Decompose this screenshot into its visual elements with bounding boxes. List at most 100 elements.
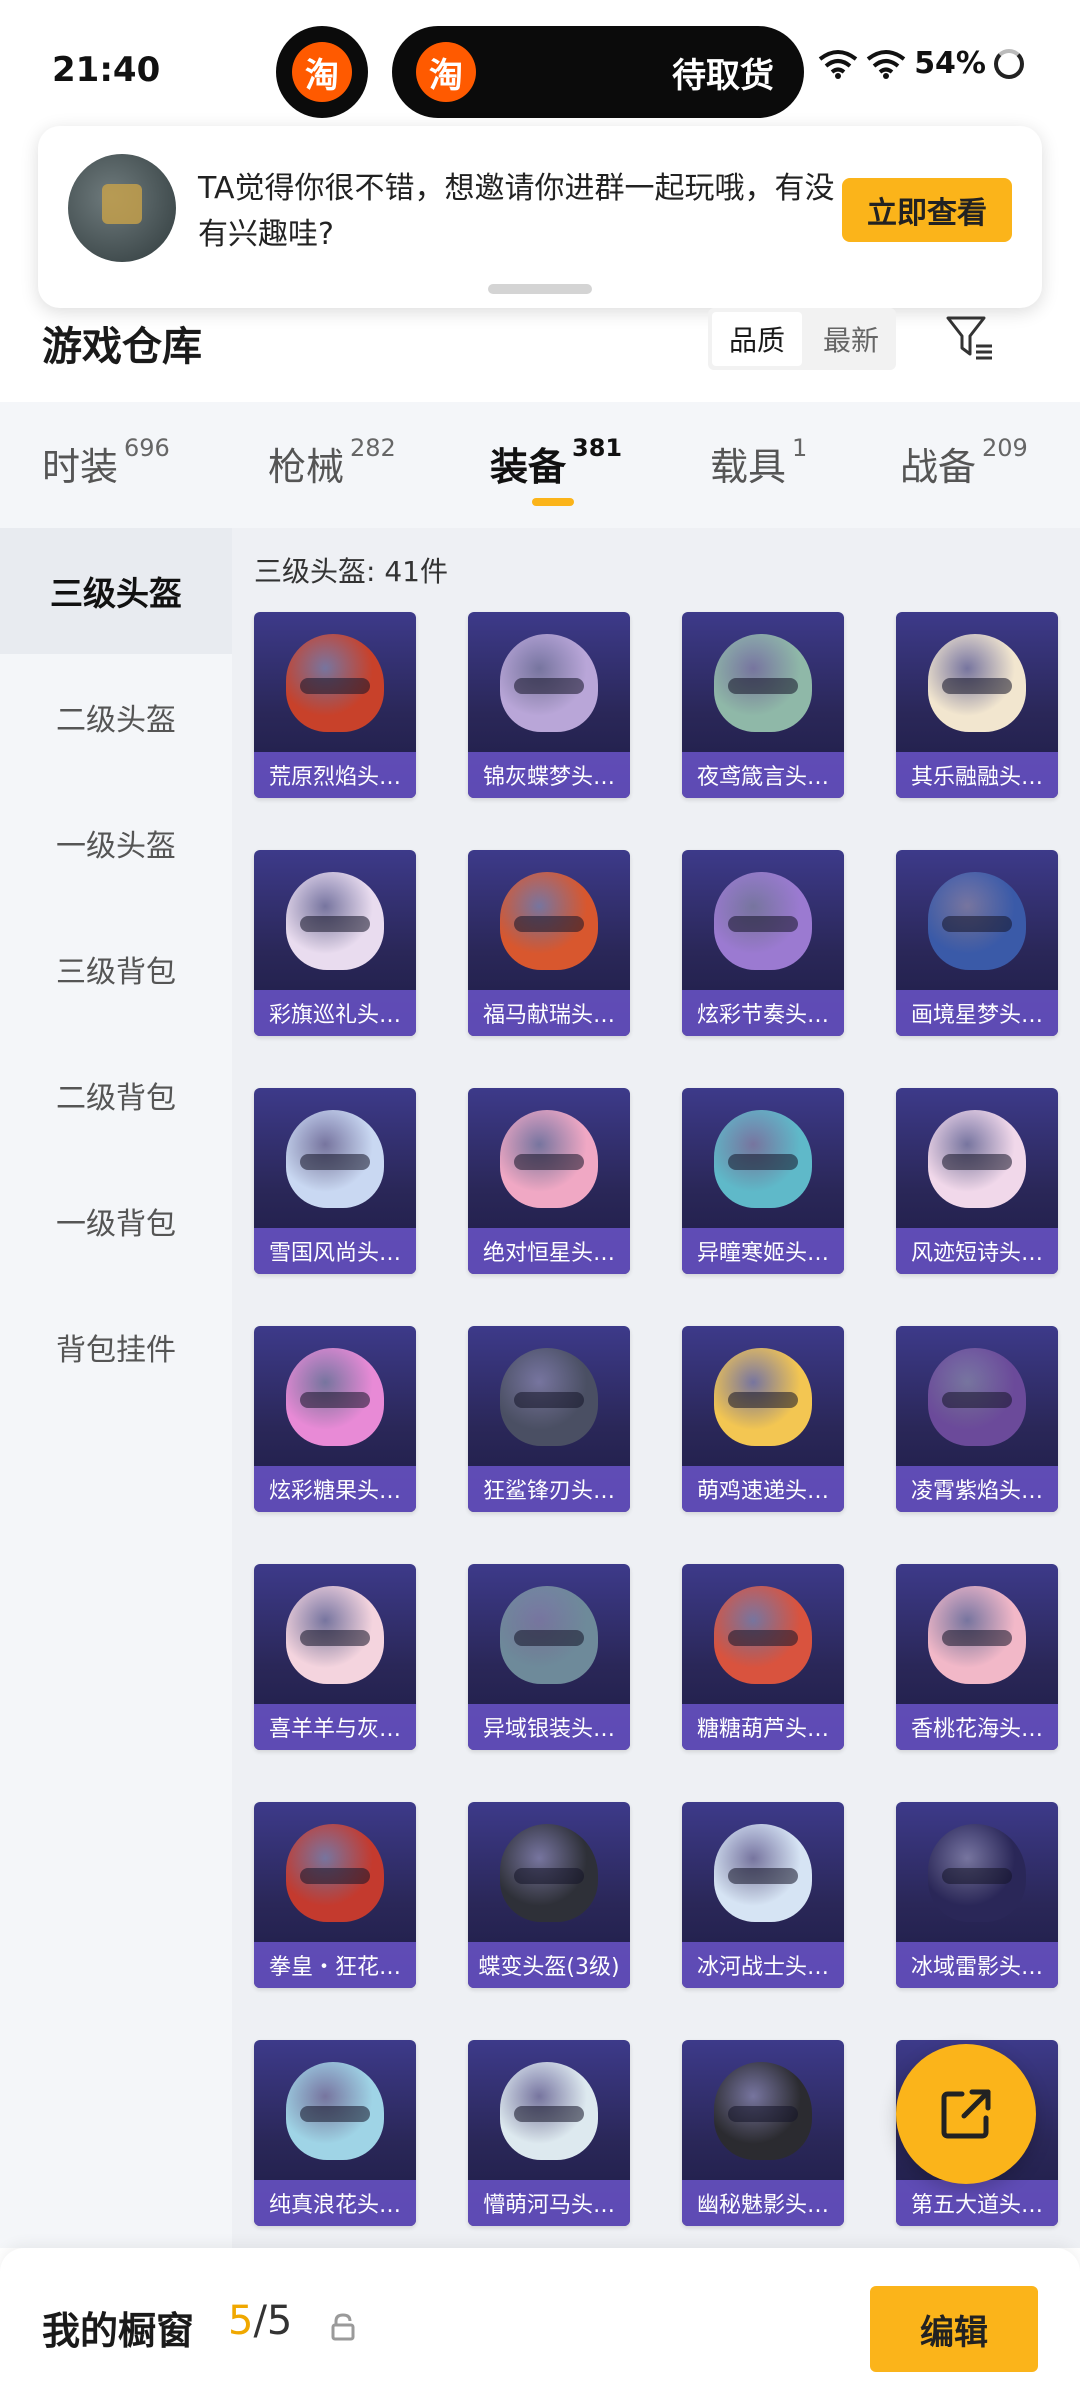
sidebar-item-level1-helmet[interactable]: 一级头盔 (0, 780, 232, 906)
item-card[interactable]: 香桃花海头… (896, 1564, 1058, 1750)
sidebar-item-level2-backpack[interactable]: 二级背包 (0, 1032, 232, 1158)
item-card[interactable]: 福马献瑞头… (468, 850, 630, 1036)
item-card[interactable]: 糖糖葫芦头… (682, 1564, 844, 1750)
item-name: 炫彩节奏头… (682, 990, 844, 1036)
sidebar-item-backpack-charm[interactable]: 背包挂件 (0, 1284, 232, 1410)
share-fab[interactable] (896, 2044, 1036, 2184)
edit-button[interactable]: 编辑 (870, 2286, 1038, 2372)
item-card[interactable]: 绝对恒星头… (468, 1088, 630, 1274)
helmet-icon (928, 634, 1026, 732)
helmet-icon (286, 1586, 384, 1684)
category-tabs: 时装 696 枪械 282 装备 381 载具 1 战备 209 (0, 402, 1080, 528)
tab-vehicles[interactable]: 载具 1 (710, 434, 807, 491)
helmet-icon (500, 1824, 598, 1922)
item-card[interactable]: 炫彩节奏头… (682, 850, 844, 1036)
battery-icon (994, 48, 1024, 79)
battery-percentage: 54% (914, 46, 986, 81)
item-name: 香桃花海头… (896, 1704, 1058, 1750)
showcase-count: 5/5 (228, 2298, 292, 2344)
item-name: 彩旗巡礼头… (254, 990, 416, 1036)
helmet-icon (500, 1348, 598, 1446)
delivery-live-activity[interactable]: 淘 待取货 (392, 26, 804, 118)
tab-label: 战备 (900, 445, 977, 489)
tab-guns[interactable]: 枪械 282 (268, 434, 396, 491)
item-card[interactable]: 雪国风尚头… (254, 1088, 416, 1274)
item-card[interactable]: 冰域雷影头… (896, 1802, 1058, 1988)
item-name: 福马献瑞头… (468, 990, 630, 1036)
tab-label: 载具 (710, 445, 787, 489)
helmet-icon (714, 1348, 812, 1446)
helmet-icon (286, 1110, 384, 1208)
group-invite-notification[interactable]: TA觉得你很不错，想邀请你进群一起玩哦，有没有兴趣哇? 立即查看 (38, 126, 1042, 308)
item-name: 异瞳寒姬头… (682, 1228, 844, 1274)
sidebar-item-level3-backpack[interactable]: 三级背包 (0, 906, 232, 1032)
helmet-icon (500, 872, 598, 970)
sidebar-item-level1-backpack[interactable]: 一级背包 (0, 1158, 232, 1284)
item-name: 喜羊羊与灰… (254, 1704, 416, 1750)
item-card[interactable]: 夜鸢箴言头… (682, 612, 844, 798)
tab-count: 381 (572, 434, 623, 462)
helmet-icon (714, 1110, 812, 1208)
item-card[interactable]: 锦灰蝶梦头… (468, 612, 630, 798)
item-name: 异域银装头… (468, 1704, 630, 1750)
item-card[interactable]: 冰河战士头… (682, 1802, 844, 1988)
active-tab-indicator (532, 498, 574, 506)
item-card[interactable]: 炫彩糖果头… (254, 1326, 416, 1512)
sidebar-item-level2-helmet[interactable]: 二级头盔 (0, 654, 232, 780)
tab-label: 枪械 (268, 445, 345, 489)
grid-title: 三级头盔: 41件 (254, 555, 448, 588)
helmet-icon (500, 2062, 598, 2160)
sort-newest-option[interactable]: 最新 (806, 308, 896, 370)
item-card[interactable]: 狂鲨锋刃头… (468, 1326, 630, 1512)
item-name: 夜鸢箴言头… (682, 752, 844, 798)
item-name: 狂鲨锋刃头… (468, 1466, 630, 1512)
item-card[interactable]: 凌霄紫焰头… (896, 1326, 1058, 1512)
helmet-icon (928, 872, 1026, 970)
sort-quality-option[interactable]: 品质 (712, 312, 802, 366)
item-card[interactable]: 画境星梦头… (896, 850, 1058, 1036)
view-now-button[interactable]: 立即查看 (842, 178, 1012, 242)
item-card[interactable]: 萌鸡速递头… (682, 1326, 844, 1512)
tab-supplies[interactable]: 战备 209 (900, 434, 1028, 491)
item-card[interactable]: 其乐融融头… (896, 612, 1058, 798)
taobao-icon: 淘 (292, 42, 352, 102)
avatar (68, 154, 176, 262)
item-name: 凌霄紫焰头… (896, 1466, 1058, 1512)
page-title: 游戏仓库 (42, 324, 202, 370)
item-card[interactable]: 彩旗巡礼头… (254, 850, 416, 1036)
item-grid: 三级头盔: 41件 荒原烈焰头… 锦灰蝶梦头… 夜鸢箴言头… 其乐融融头… 彩旗巡礼头…… (232, 528, 1080, 2248)
taobao-app-pill[interactable]: 淘 (276, 26, 368, 118)
item-card[interactable]: 异域银装头… (468, 1564, 630, 1750)
helmet-icon (286, 1348, 384, 1446)
wifi-icon (818, 49, 858, 79)
notification-text: TA觉得你很不错，想邀请你进群一起玩哦，有没有兴趣哇? (198, 171, 835, 252)
tab-label: 装备 (490, 445, 567, 489)
item-card[interactable]: 喜羊羊与灰… (254, 1564, 416, 1750)
item-card[interactable]: 幽秘魅影头… (682, 2040, 844, 2226)
sidebar-item-level3-helmet[interactable]: 三级头盔 (0, 528, 232, 654)
tab-label: 时装 (42, 445, 119, 489)
showcase-count-current: 5 (228, 2298, 254, 2344)
tab-equipment[interactable]: 装备 381 (490, 434, 623, 491)
share-icon (941, 2089, 991, 2139)
filter-icon[interactable] (944, 314, 996, 362)
item-card[interactable]: 纯真浪花头… (254, 2040, 416, 2226)
drag-handle[interactable] (488, 284, 592, 294)
item-name: 冰河战士头… (682, 1942, 844, 1988)
item-card[interactable]: 拳皇・狂花… (254, 1802, 416, 1988)
helmet-icon (928, 1348, 1026, 1446)
item-card[interactable]: 风迹短诗头… (896, 1088, 1058, 1274)
item-card[interactable]: 异瞳寒姬头… (682, 1088, 844, 1274)
helmet-icon (714, 634, 812, 732)
status-time: 21:40 (52, 50, 161, 90)
item-card[interactable]: 懵萌河马头… (468, 2040, 630, 2226)
helmet-icon (714, 2062, 812, 2160)
delivery-status-text: 待取货 (672, 56, 774, 96)
item-card[interactable]: 荒原烈焰头… (254, 612, 416, 798)
helmet-icon (286, 1824, 384, 1922)
tab-fashion[interactable]: 时装 696 (42, 434, 170, 491)
item-name: 荒原烈焰头… (254, 752, 416, 798)
item-card[interactable]: 蝶变头盔(3级) (468, 1802, 630, 1988)
helmet-icon (928, 1110, 1026, 1208)
item-name: 拳皇・狂花… (254, 1942, 416, 1988)
